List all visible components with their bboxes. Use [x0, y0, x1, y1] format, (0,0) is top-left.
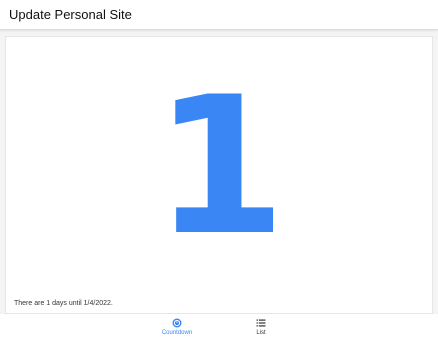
countdown-number: 1	[153, 56, 287, 277]
countdown-message: There are 1 days until 1/4/2022.	[14, 300, 113, 307]
tab-list[interactable]: List	[231, 318, 291, 340]
app-window: Update Personal Site 1 There are 1 days …	[0, 0, 438, 342]
page-title: Update Personal Site	[9, 7, 132, 22]
tab-list-label: List	[256, 330, 266, 336]
countdown-icon	[172, 318, 182, 328]
list-icon	[256, 319, 266, 327]
app-header: Update Personal Site	[0, 0, 438, 30]
countdown-panel: 1 There are 1 days until 1/4/2022.	[5, 36, 433, 314]
bottom-tab-bar: Countdown List	[0, 314, 438, 342]
tab-countdown-label: Countdown	[161, 330, 193, 336]
tab-countdown[interactable]: Countdown	[147, 318, 207, 340]
